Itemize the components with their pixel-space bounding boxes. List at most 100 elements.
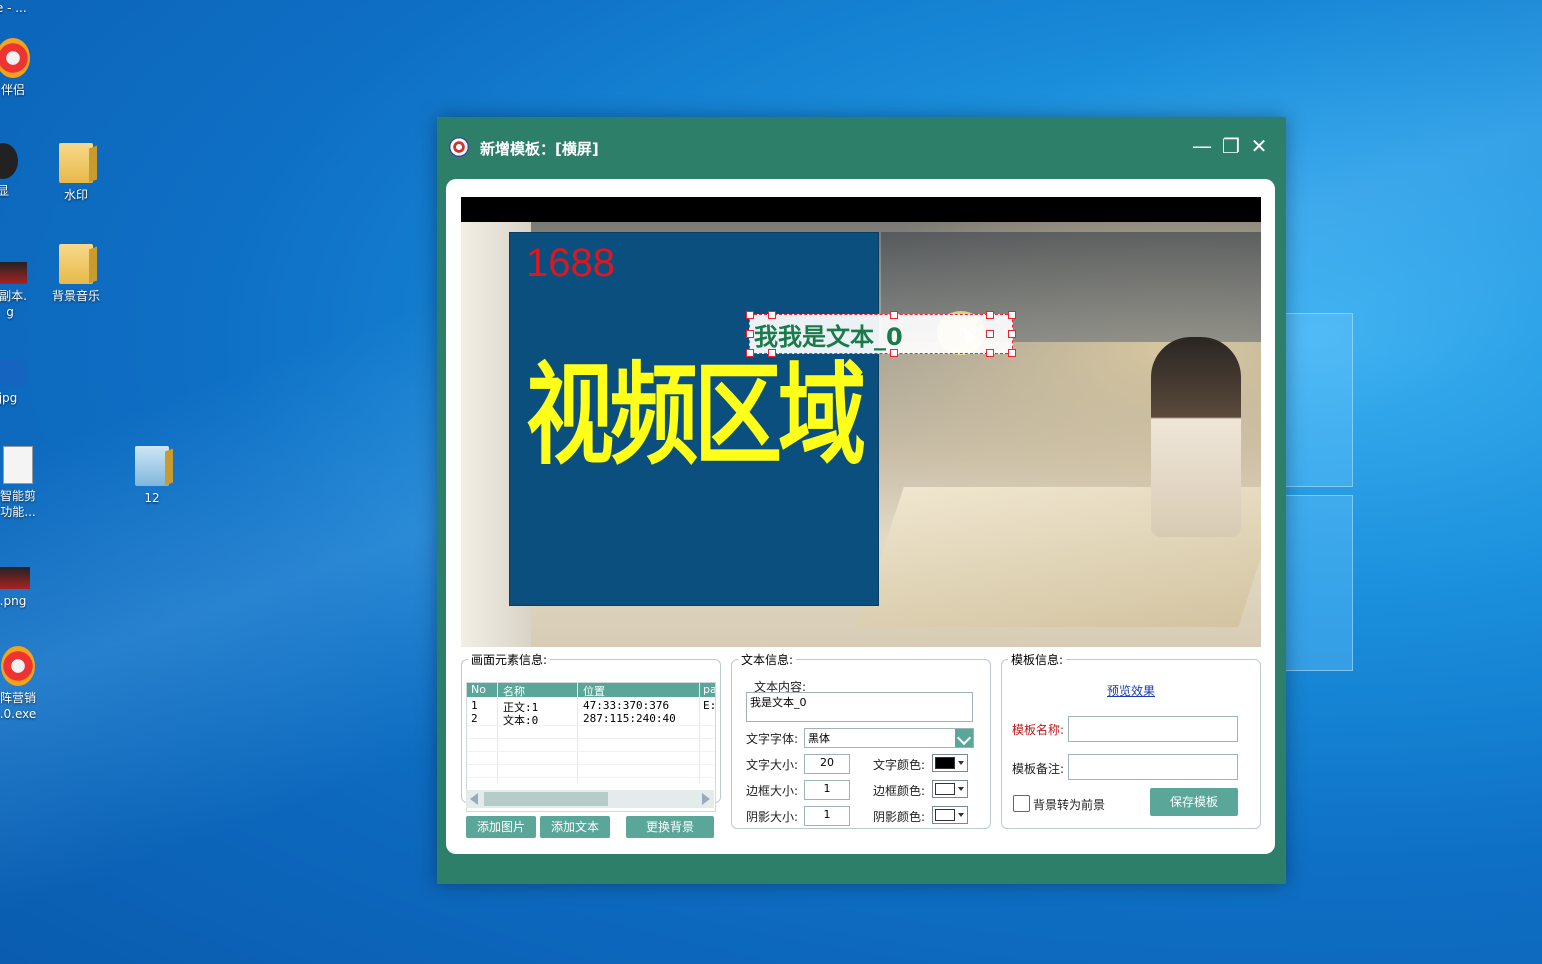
color-swatch: [935, 809, 955, 821]
desktop-icon-10[interactable]: .png: [0, 567, 51, 609]
dropdown-arrow-icon: [958, 761, 964, 765]
bg-to-fg-label: 背景转为前景: [1033, 798, 1106, 812]
image-file-icon: [0, 360, 25, 386]
resize-handle[interactable]: [986, 349, 994, 357]
desktop-icon-label: jpg: [0, 391, 18, 405]
app-shortcut-icon: [0, 38, 30, 78]
cell-position: 47:33:370:376: [583, 699, 670, 712]
text-info-panel: 文本信息: 文本内容: 我是文本_0 文字字体: 黑体 文字大小: 20 文字颜…: [731, 651, 991, 829]
elements-table-header: No 名称 位置 pa: [467, 683, 715, 699]
folder-icon: [59, 143, 93, 183]
scroll-right-icon[interactable]: [702, 793, 710, 805]
desktop-icon-label: _副本. g: [0, 289, 27, 319]
desktop-icon-7[interactable]: jpg: [0, 360, 46, 406]
window-client-area: 1688 视频区域 我我是文本_0 画面元素信息: No 名称 位置 pa 1 …: [446, 179, 1275, 854]
desktop-icon-1[interactable]: ke - ...: [0, 0, 46, 16]
change-background-button[interactable]: 更换背景: [626, 816, 714, 838]
number-text: 1688: [526, 241, 615, 285]
resize-handle[interactable]: [1008, 311, 1016, 319]
template-canvas[interactable]: 1688 视频区域 我我是文本_0: [461, 197, 1261, 647]
text-color-picker[interactable]: [932, 754, 968, 772]
desktop-icon-label: 12: [144, 491, 160, 505]
column-header-name[interactable]: 名称: [503, 683, 525, 699]
desktop-folder-bgm[interactable]: 背景音乐: [38, 244, 114, 304]
video-area-element[interactable]: 1688 视频区域: [509, 232, 879, 606]
border-size-field[interactable]: 1: [804, 780, 850, 800]
scroll-left-icon[interactable]: [470, 793, 478, 805]
template-name-label: 模板名称:: [1012, 723, 1065, 737]
add-image-button[interactable]: 添加图片: [466, 816, 536, 838]
column-header-no[interactable]: No: [471, 683, 486, 696]
app-shortcut-icon: [0, 143, 18, 179]
resize-handle[interactable]: [1008, 330, 1016, 338]
horizontal-scrollbar[interactable]: [466, 790, 714, 808]
desktop-icon-label: 背景音乐: [51, 289, 100, 303]
table-row[interactable]: 1 正文:1 47:33:370:376 E:: [467, 699, 716, 714]
column-header-position[interactable]: 位置: [583, 683, 605, 699]
table-row[interactable]: 2 文本:0 287:115:240:40: [467, 712, 715, 727]
desktop-icon-11[interactable]: 阵营销 .0.exe: [0, 646, 56, 722]
desktop-folder-12[interactable]: 12: [114, 446, 190, 506]
cell-no: 2: [471, 712, 478, 725]
shadow-color-picker[interactable]: [932, 806, 968, 824]
resize-handle[interactable]: [1008, 349, 1016, 357]
font-select[interactable]: 黑体: [804, 728, 974, 748]
desktop-icon-8[interactable]: 智能剪 功能...: [0, 446, 56, 520]
desktop-icon-label: 阵营销 .0.exe: [0, 691, 37, 721]
add-text-button[interactable]: 添加文本: [540, 816, 610, 838]
resize-handle[interactable]: [890, 311, 898, 319]
color-swatch: [935, 783, 955, 795]
resize-handle[interactable]: [986, 330, 994, 338]
resize-handle[interactable]: [746, 349, 754, 357]
border-color-label: 边框颜色:: [873, 784, 926, 798]
shadow-color-label: 阴影颜色:: [873, 810, 926, 824]
desktop-icon-label: 水印: [63, 188, 88, 202]
background-person: [1151, 337, 1241, 537]
resize-handle[interactable]: [986, 311, 994, 319]
chevron-down-icon[interactable]: [955, 729, 973, 747]
border-size-label: 边框大小:: [746, 784, 799, 798]
shadow-size-field[interactable]: 1: [804, 806, 850, 826]
border-color-picker[interactable]: [932, 780, 968, 798]
font-size-field[interactable]: 20: [804, 754, 850, 774]
desktop-icon-3[interactable]: 显: [0, 143, 41, 199]
resize-handle[interactable]: [746, 330, 754, 338]
font-select-value: 黑体: [808, 732, 830, 745]
save-template-button[interactable]: 保存模板: [1150, 788, 1238, 816]
text-info-legend: 文本信息:: [741, 653, 794, 667]
shadow-size-label: 阴影大小:: [746, 810, 799, 824]
desktop-icon-2[interactable]: 伴侣: [0, 38, 51, 98]
template-name-input[interactable]: [1068, 716, 1238, 742]
desktop-icon-label: 显: [0, 184, 9, 198]
resize-handle[interactable]: [746, 311, 754, 319]
color-swatch: [935, 757, 955, 769]
maximize-button[interactable]: ❐: [1218, 133, 1244, 159]
template-info-legend: 模板信息:: [1011, 653, 1064, 667]
desktop-folder-watermark[interactable]: 水印: [38, 143, 114, 203]
bg-to-fg-checkbox[interactable]: [1013, 795, 1030, 812]
template-note-input[interactable]: [1068, 754, 1238, 780]
resize-handle[interactable]: [768, 311, 776, 319]
scroll-thumb[interactable]: [484, 792, 608, 806]
text-element-content: 我我是文本_0: [754, 323, 903, 351]
column-header-extra[interactable]: pa: [703, 683, 715, 696]
font-label: 文字字体:: [746, 732, 799, 746]
close-button[interactable]: ✕: [1246, 133, 1272, 159]
window-title: 新增模板：[横屏]: [480, 140, 599, 158]
cell-position: 287:115:240:40: [583, 712, 676, 725]
app-shortcut-icon: [1, 646, 35, 686]
minimize-button[interactable]: —: [1189, 133, 1215, 159]
title-bar[interactable]: 新增模板：[横屏] — ❐ ✕: [437, 117, 1286, 177]
desktop-icon-label: .png: [0, 594, 27, 608]
resize-handle[interactable]: [768, 349, 776, 357]
resize-handle[interactable]: [890, 349, 898, 357]
app-logo-icon: [449, 137, 469, 157]
preview-effect-link[interactable]: 预览效果: [1107, 682, 1155, 699]
text-content-field[interactable]: 我是文本_0: [746, 692, 973, 722]
image-file-icon: [0, 262, 27, 284]
cell-extra: E:: [703, 699, 716, 712]
cell-no: 1: [471, 699, 478, 712]
document-file-icon: [3, 446, 33, 484]
desktop-icon-label: ke - ...: [0, 1, 27, 15]
new-template-window: 新增模板：[横屏] — ❐ ✕ 1688 视频区域 我我是文本_0 画面元素信息…: [437, 117, 1286, 884]
